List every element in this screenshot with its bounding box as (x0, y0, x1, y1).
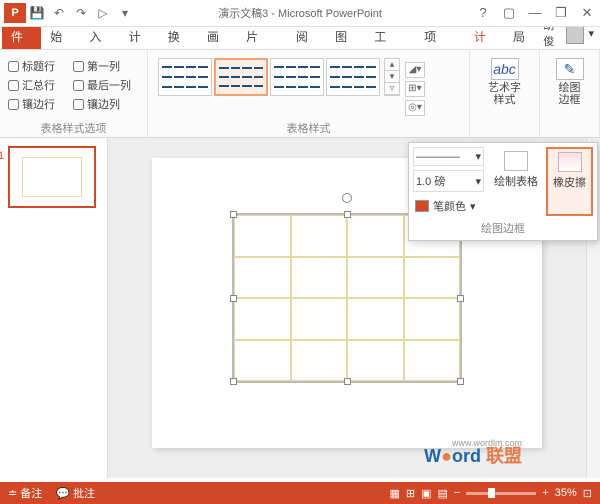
resize-handle[interactable] (230, 211, 237, 218)
check-banded-row[interactable]: 镶边行 (8, 96, 63, 112)
view-normal-icon[interactable]: ▦ (389, 487, 399, 500)
borders-button[interactable]: ⊞▾ (405, 81, 425, 97)
comments-button[interactable]: 💬 批注 (56, 485, 95, 501)
line-style-select[interactable]: ————▾ (413, 147, 484, 166)
pen-color-icon (415, 200, 429, 212)
effects-button[interactable]: ◎▾ (405, 100, 425, 116)
start-icon[interactable]: ▷ (94, 4, 112, 22)
wordart-icon: abc (491, 58, 519, 80)
table-style-3[interactable] (270, 58, 324, 96)
zoom-in-icon[interactable]: + (542, 487, 548, 499)
close-icon[interactable]: ✕ (578, 5, 596, 21)
resize-handle[interactable] (230, 295, 237, 302)
eraser-icon (558, 152, 582, 172)
check-last-col[interactable]: 最后一列 (73, 77, 139, 93)
chevron-down-icon: ▾ (475, 150, 481, 163)
ribbon-toggle-icon[interactable]: ▢ (500, 5, 518, 21)
minimize-icon[interactable]: ― (526, 5, 544, 21)
resize-handle[interactable] (344, 378, 351, 385)
window-title: 演示文稿3 - Microsoft PowerPoint (218, 5, 382, 21)
resize-handle[interactable] (457, 378, 464, 385)
watermark: W●ord 联盟 (424, 442, 522, 468)
resize-handle[interactable] (344, 211, 351, 218)
thumb-number: 1 (0, 150, 4, 162)
table-style-2[interactable] (214, 58, 268, 96)
group-table-options: 表格样式选项 (0, 120, 147, 136)
check-header-row[interactable]: 标题行 (8, 58, 63, 74)
chevron-down-icon: ▾ (475, 175, 481, 188)
line-weight-select[interactable]: 1.0 磅▾ (413, 170, 484, 192)
table-style-1[interactable] (158, 58, 212, 96)
view-slideshow-icon[interactable]: ▤ (437, 487, 447, 500)
notes-button[interactable]: ≐ 备注 (8, 485, 42, 501)
wordart-button[interactable]: abc 艺术字样式 (478, 54, 531, 110)
shading-button[interactable]: ◢▾ (405, 62, 425, 78)
check-banded-col[interactable]: 镶边列 (73, 96, 139, 112)
zoom-level[interactable]: 35% (555, 487, 577, 499)
help-icon[interactable]: ? (474, 5, 492, 21)
view-reading-icon[interactable]: ▣ (421, 487, 431, 500)
fit-icon[interactable]: ⊡ (583, 487, 592, 500)
save-icon[interactable]: 💾 (28, 4, 46, 22)
redo-icon[interactable]: ↷ (72, 4, 90, 22)
eraser-button[interactable]: 橡皮擦 (546, 147, 593, 216)
check-first-col[interactable]: 第一列 (73, 58, 139, 74)
table-style-scroll[interactable]: ▴▾▿ (384, 58, 400, 96)
user-dropdown-icon[interactable]: ▾ (588, 27, 594, 40)
draw-border-panel: ————▾ 1.0 磅▾ 笔颜色▾ 绘制表格 橡皮擦 绘图边框 (408, 142, 598, 241)
panel-label: 绘图边框 (413, 220, 593, 236)
pen-color-select[interactable]: 笔颜色▾ (413, 196, 484, 216)
draw-table-icon (504, 151, 528, 171)
draw-table-button[interactable]: 绘制表格 (488, 147, 544, 216)
view-sorter-icon[interactable]: ⊞ (406, 487, 415, 500)
app-icon: P (4, 3, 26, 23)
check-total-row[interactable]: 汇总行 (8, 77, 63, 93)
resize-handle[interactable] (230, 378, 237, 385)
resize-handle[interactable] (457, 295, 464, 302)
pen-icon: ✎ (556, 58, 584, 80)
thumb-table-icon (22, 157, 82, 197)
qat-more-icon[interactable]: ▾ (116, 4, 134, 22)
restore-icon[interactable]: ❐ (552, 5, 570, 21)
table-style-4[interactable] (326, 58, 380, 96)
rotate-handle[interactable] (342, 193, 352, 203)
zoom-out-icon[interactable]: − (454, 487, 460, 499)
group-table-styles: 表格样式 (148, 120, 469, 136)
slide-thumbnail-1[interactable]: 1 (8, 146, 96, 208)
zoom-slider[interactable] (466, 492, 536, 495)
draw-border-button[interactable]: ✎ 绘图边框 (548, 54, 591, 110)
undo-icon[interactable]: ↶ (50, 4, 68, 22)
chevron-down-icon: ▾ (470, 200, 476, 213)
